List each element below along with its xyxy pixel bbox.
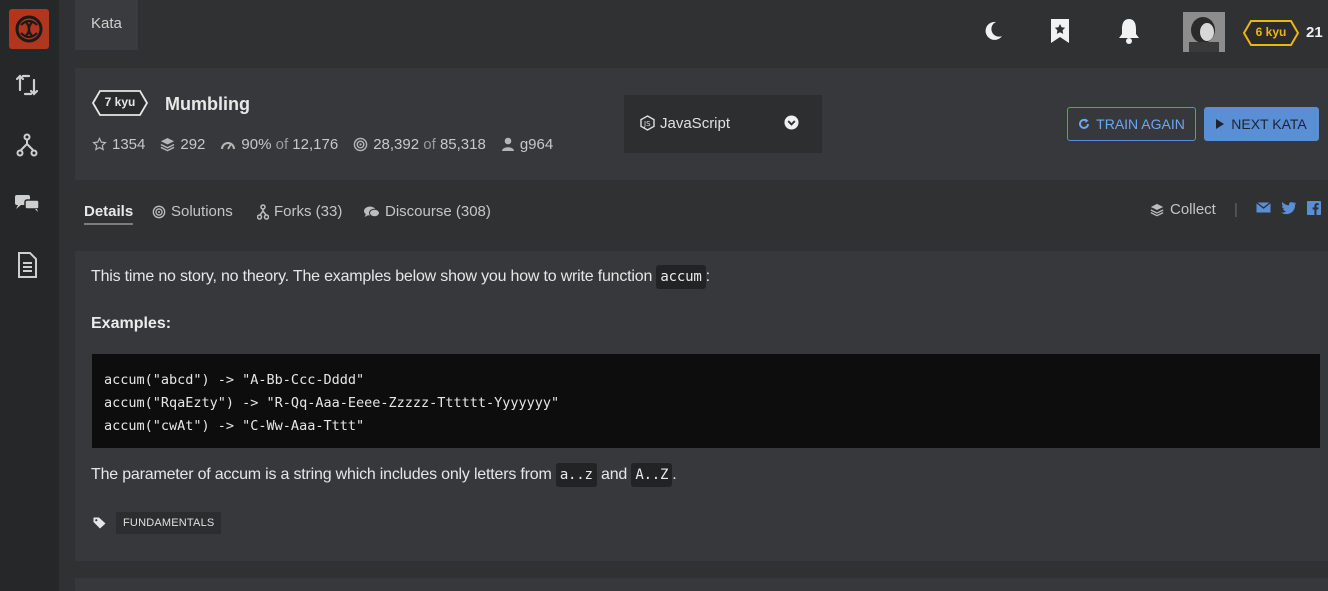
svg-text:JS: JS (643, 120, 651, 128)
parameter-paragraph: The parameter of accum is a string which… (91, 463, 677, 487)
star-icon (92, 137, 107, 152)
kata-description: This time no story, no theory. The examp… (75, 251, 1328, 561)
inline-code: a..z (555, 463, 597, 487)
user-avatar[interactable] (1183, 12, 1225, 52)
completion-stat: 28,392 of 85,318 (353, 136, 486, 153)
bell-icon[interactable] (1116, 14, 1142, 48)
tags: FUNDAMENTALS (93, 512, 222, 534)
layers-icon (160, 137, 175, 152)
tab-solutions[interactable]: Solutions (152, 203, 233, 220)
author-name: g964 (519, 136, 554, 153)
intro-paragraph: This time no story, no theory. The examp… (91, 265, 710, 289)
completed-of: of (423, 136, 436, 153)
code-line: accum("abcd") -> "A-Bb-Ccc-Dddd" (104, 372, 365, 388)
user-icon (501, 137, 515, 152)
examples-heading: Examples: (91, 315, 172, 332)
kata-header: 7 kyu Mumbling 1354 292 90% of 12,176 28… (75, 68, 1328, 180)
tab-details[interactable]: Details (84, 203, 134, 225)
language-select[interactable]: JS JavaScript (624, 95, 822, 153)
tab-discourse-label: Discourse (308) (385, 203, 491, 220)
satisfaction-stat: 90% of 12,176 (220, 136, 338, 153)
next-kata-label: NEXT KATA (1231, 116, 1307, 132)
kata-title: Mumbling (165, 94, 250, 114)
chevron-down-icon (784, 115, 799, 135)
facebook-share-icon[interactable] (1307, 201, 1321, 220)
play-icon (1216, 119, 1225, 129)
practice-icon[interactable] (12, 70, 42, 100)
logo-icon (15, 15, 43, 43)
attempted-count: 85,318 (439, 136, 486, 153)
codewars-logo[interactable] (9, 9, 49, 49)
intro-suffix: : (705, 268, 710, 285)
inline-code: A..Z (631, 463, 673, 487)
bookmark-icon[interactable] (1047, 14, 1073, 48)
chat-icon[interactable] (12, 188, 42, 218)
collect-button[interactable]: Collect (1150, 201, 1216, 218)
fork-icon (257, 203, 269, 220)
stars-stat[interactable]: 1354 (92, 136, 145, 153)
tag-icon (93, 517, 106, 529)
twitter-share-icon[interactable] (1281, 201, 1297, 220)
author-stat[interactable]: g964 (501, 136, 553, 153)
user-honor: 21 (1306, 24, 1323, 41)
email-share-icon[interactable] (1256, 201, 1271, 219)
kata-stats: 1354 292 90% of 12,176 28,392 of 85,318 … (92, 136, 568, 153)
user-rank-badge[interactable]: 6 kyu (1242, 19, 1300, 52)
param-text: The parameter of accum is a string which… (91, 466, 556, 483)
target-icon (353, 137, 368, 152)
param-mid: and (596, 466, 632, 483)
comments-icon (363, 205, 380, 219)
kata-tabs: Details Solutions Forks (33) Discourse (… (75, 180, 1328, 250)
code-line: accum("cwAt") -> "C-Ww-Aaa-Tttt" (104, 418, 365, 434)
left-sidebar (0, 0, 59, 591)
moon-icon[interactable] (980, 14, 1006, 48)
next-kata-button[interactable]: NEXT KATA (1204, 107, 1319, 141)
tab-solutions-label: Solutions (171, 203, 233, 220)
kata-nav-label: Kata (91, 15, 122, 32)
kata-rank-label: 7 kyu (104, 95, 136, 109)
inline-code: accum (656, 265, 706, 289)
next-section-panel (75, 578, 1328, 591)
tab-details-label: Details (84, 203, 134, 220)
tag-fundamentals[interactable]: FUNDAMENTALS (116, 512, 222, 534)
param-suffix: . (672, 466, 677, 483)
gauge-icon (220, 138, 236, 152)
collect-label: Collect (1170, 201, 1216, 218)
intro-text: This time no story, no theory. The examp… (91, 268, 657, 285)
divider: | (1234, 201, 1238, 218)
code-line: accum("RqaEzty") -> "R-Qq-Aaa-Eeee-Zzzzz… (104, 395, 560, 411)
code-block: accum("abcd") -> "A-Bb-Ccc-Dddd" accum("R… (92, 354, 1320, 448)
layers-icon (1150, 203, 1164, 217)
forks-icon[interactable] (12, 130, 42, 160)
user-rank-label: 6 kyu (1255, 25, 1287, 39)
completed-count: 28,392 (373, 136, 420, 153)
train-again-label: TRAIN AGAIN (1096, 116, 1185, 132)
tab-discourse[interactable]: Discourse (308) (363, 203, 491, 220)
train-again-button[interactable]: TRAIN AGAIN (1067, 107, 1196, 141)
satisfaction-of: of (275, 136, 289, 153)
satisfaction-percent: 90% (241, 136, 272, 153)
tab-forks[interactable]: Forks (33) (257, 203, 342, 220)
kata-rank-badge: 7 kyu (91, 89, 149, 122)
stars-count: 1354 (112, 136, 146, 153)
docs-icon[interactable] (12, 250, 42, 280)
collections-count: 292 (180, 136, 206, 153)
nodejs-icon: JS (640, 115, 655, 136)
tab-forks-label: Forks (33) (274, 203, 343, 220)
target-icon (152, 205, 166, 219)
selected-language: JavaScript (660, 115, 731, 132)
kata-nav-tab[interactable]: Kata (75, 0, 138, 50)
refresh-icon (1078, 118, 1090, 130)
satisfaction-votes: 12,176 (292, 136, 339, 153)
collections-stat: 292 (160, 136, 205, 153)
